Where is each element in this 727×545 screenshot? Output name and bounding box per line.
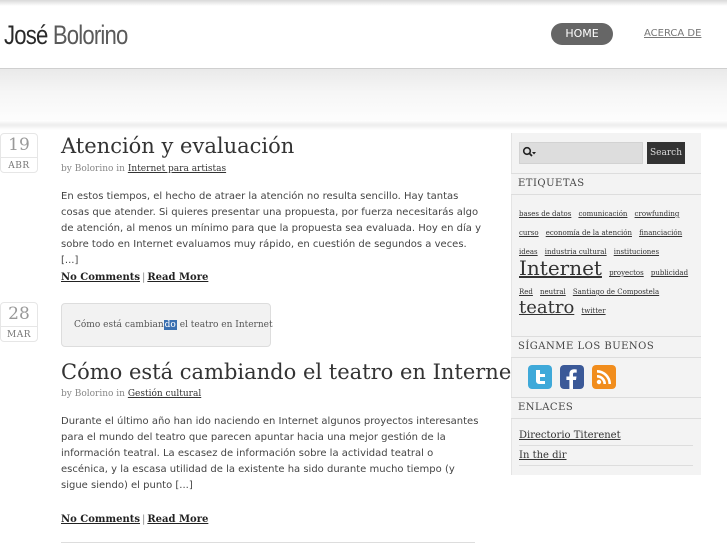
post-meta-links: No Comments | Read More <box>61 272 208 283</box>
tag-link[interactable]: teatro <box>519 297 574 318</box>
search-button[interactable]: Search <box>647 142 685 164</box>
post-excerpt: Durante el último año han ido naciendo e… <box>61 416 479 491</box>
tag-link[interactable]: proyectos <box>609 269 644 277</box>
byline-author: by Bolorino in <box>61 389 125 399</box>
facebook-icon[interactable] <box>560 365 584 389</box>
post-byline: by Bolorino in Internet para artistas <box>61 164 226 174</box>
top-shadow-bar <box>0 0 727 6</box>
rss-icon-bg <box>592 365 616 389</box>
rss-icon[interactable] <box>592 365 616 389</box>
nav-home-button[interactable]: HOME <box>551 23 613 45</box>
tag-link[interactable]: comunicación <box>578 210 627 218</box>
tags-heading: ETIQUETAS <box>511 173 701 195</box>
twitter-icon[interactable] <box>528 365 552 389</box>
tag-cloud: bases de datos comunicación crowfunding … <box>519 203 693 319</box>
tag-link[interactable]: industria cultural <box>545 248 607 256</box>
search-input[interactable] <box>519 142 643 164</box>
post-title[interactable]: Cómo está cambiando el teatro en Interne… <box>61 360 520 384</box>
comments-link[interactable]: No Comments <box>61 514 140 525</box>
post-date-day: 19 <box>8 135 30 155</box>
tag-link[interactable]: instituciones <box>614 248 659 256</box>
post-date-month: ABR <box>1 157 37 174</box>
tag-link[interactable]: bases de datos <box>519 210 571 218</box>
quote-text-after: el teatro en Internet <box>176 320 273 330</box>
nav-about-link[interactable]: ACERCA DE <box>644 28 701 39</box>
tag-link[interactable]: neutral <box>540 288 566 296</box>
site-logo[interactable]: José Bolorino <box>4 20 128 51</box>
post-date-badge: 19 ABR <box>0 133 38 173</box>
search-icon <box>522 146 536 157</box>
byline-author: by Bolorino in <box>61 164 125 174</box>
tag-link[interactable]: curso <box>519 229 539 237</box>
logo-first-name: José <box>4 20 48 50</box>
follow-heading: SÍGANME LOS BUENOS <box>511 336 701 358</box>
post-excerpt: En estos tiempos, el hecho de atraer la … <box>61 191 481 266</box>
tag-link[interactable]: Internet <box>519 256 602 280</box>
quote-selected-text: do <box>163 320 177 330</box>
post-category-link[interactable]: Gestión cultural <box>128 389 201 399</box>
quote-text-before: Cómo está cambian <box>74 320 164 330</box>
post-quote-box: Cómo está cambiando el teatro en Interne… <box>61 303 273 347</box>
tag-link[interactable]: crowfunding <box>635 210 680 218</box>
tag-link[interactable]: economía de la atención <box>546 229 632 237</box>
tag-link[interactable]: financiación <box>639 229 682 237</box>
tag-link[interactable]: publicidad <box>651 269 688 277</box>
post-title[interactable]: Atención y evaluación <box>61 134 294 158</box>
tag-link[interactable]: Santiago de Compostela <box>573 288 659 296</box>
meta-separator: | <box>141 272 146 283</box>
tag-link[interactable]: ideas <box>519 248 538 256</box>
read-more-link[interactable]: Read More <box>147 514 208 525</box>
post-meta-links: No Comments | Read More <box>61 514 208 525</box>
sidebar-link-titerenet[interactable]: Directorio Titerenet <box>519 426 693 446</box>
read-more-link[interactable]: Read More <box>147 272 208 283</box>
post-date-day: 28 <box>8 304 30 324</box>
links-heading: ENLACES <box>511 397 701 419</box>
post-byline: by Bolorino in Gestión cultural <box>61 389 201 399</box>
post-date-month: MAR <box>1 326 37 343</box>
sidebar-link-in-the-dir[interactable]: In the dir <box>519 446 693 466</box>
tag-link[interactable]: twitter <box>581 307 605 315</box>
meta-separator: | <box>141 514 146 525</box>
tag-link[interactable]: Red <box>519 288 533 296</box>
comments-link[interactable]: No Comments <box>61 272 140 283</box>
logo-last-name: Bolorino <box>52 20 128 50</box>
links-list: Directorio Titerenet In the dir <box>519 426 693 466</box>
post-category-link[interactable]: Internet para artistas <box>128 164 226 174</box>
banner-bottom-shadow <box>0 120 727 130</box>
header-divider <box>0 68 727 69</box>
post-divider <box>61 542 475 543</box>
post-date-badge: 28 MAR <box>0 302 38 342</box>
